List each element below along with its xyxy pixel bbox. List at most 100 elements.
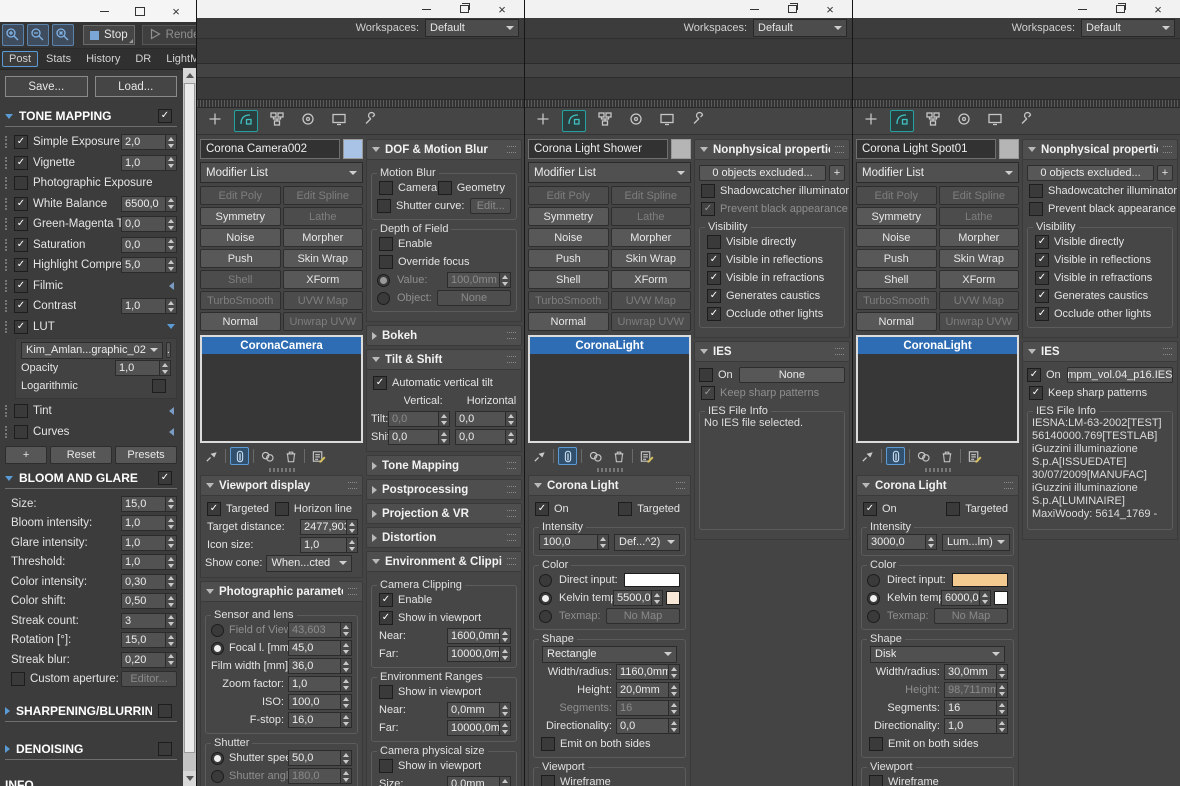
modifier-button-noise[interactable]: Noise (528, 228, 609, 247)
spinner-down-icon[interactable] (341, 720, 351, 727)
spinner-arrows[interactable] (499, 647, 510, 661)
checkbox-green-magenta-tint[interactable]: ✓ (14, 217, 28, 232)
spinner-1-0[interactable]: 1,0 (121, 154, 177, 171)
object-name-field[interactable]: Corona Camera002 (200, 139, 340, 159)
check-visible-in-reflections[interactable]: ✓ Visible in reflections (1035, 253, 1151, 267)
check-targeted[interactable]: Targeted (618, 502, 680, 516)
checkbox-curves[interactable] (14, 424, 28, 439)
drag-handle[interactable] (5, 320, 10, 333)
checkbox-show-in-viewport[interactable] (379, 759, 393, 773)
spinner-up-icon[interactable] (166, 299, 176, 306)
checkbox-filmic[interactable]: ✓ (14, 278, 28, 293)
check-targeted[interactable]: Targeted (946, 502, 1008, 516)
button-none[interactable]: None (738, 367, 845, 383)
spinner-up-icon[interactable] (166, 633, 176, 640)
tab-stats[interactable]: Stats (39, 51, 78, 67)
spinner-10000-0mm[interactable]: 10000,0mm (447, 646, 511, 662)
spinner-down-icon[interactable] (506, 419, 516, 426)
workspace-dropdown[interactable]: Default (1081, 19, 1175, 37)
spinner-arrows[interactable] (996, 683, 1007, 697)
pin-stack-button[interactable] (530, 447, 549, 465)
modifier-button-noise[interactable]: Noise (856, 228, 937, 247)
spinner-down-icon[interactable] (166, 306, 176, 313)
rollout-header-nonphysical-properties[interactable]: Nonphysical properties (1022, 139, 1178, 160)
modifier-button-push[interactable]: Push (528, 249, 609, 268)
spinner-0-0[interactable]: 0,0 (388, 429, 450, 445)
checkbox-saturation[interactable]: ✓ (14, 237, 28, 252)
rollout-header-distortion[interactable]: Distortion (366, 527, 522, 548)
rollout-header-photographic-parameters[interactable]: Photographic parameters (200, 581, 363, 602)
drag-handle[interactable] (5, 156, 10, 169)
modifier-list-dropdown[interactable]: Modifier List (528, 162, 691, 183)
button-no-map[interactable]: No Map (606, 608, 680, 624)
spinner-1-0[interactable]: 1,0 (121, 515, 177, 532)
spinner-up-icon[interactable] (669, 719, 679, 726)
check-enable[interactable]: Enable (379, 237, 432, 251)
close-button[interactable]: × (1152, 3, 1164, 16)
spinner-down-icon[interactable] (341, 702, 351, 709)
collapsed-arrow-icon[interactable] (169, 407, 174, 416)
make-unique-button[interactable] (914, 447, 933, 465)
modifier-button-xform[interactable]: XForm (610, 270, 691, 289)
spinner-6500-0[interactable]: 6500,0 (121, 195, 177, 212)
spinner-arrows[interactable] (165, 299, 176, 314)
button-no-map[interactable]: No Map (934, 608, 1008, 624)
spinner-arrows[interactable] (165, 555, 176, 570)
check-automatic-vertical-tilt[interactable]: ✓ Automatic vertical tilt (373, 376, 493, 390)
spinner-up-icon[interactable] (341, 623, 351, 630)
spinner-arrows[interactable] (499, 777, 510, 786)
color-swatch[interactable] (624, 573, 680, 587)
spinner-arrows[interactable] (165, 574, 176, 589)
spinner-down-icon[interactable] (997, 672, 1007, 679)
spinner-1-0[interactable]: 1,0 (115, 360, 171, 376)
spinner-30-0mm[interactable]: 30,0mm (944, 664, 1008, 680)
spinner-arrows[interactable] (438, 430, 449, 444)
radio-focal-l-mm[interactable] (211, 641, 224, 655)
spinner-0-30[interactable]: 0,30 (121, 573, 177, 590)
tab-post[interactable]: Post (2, 51, 39, 67)
radio-shutter-angle[interactable] (211, 769, 224, 783)
checkbox-geometry[interactable] (437, 181, 452, 195)
spinner-up-icon[interactable] (439, 412, 449, 419)
spinner-0-0[interactable]: 0,0 (121, 216, 177, 233)
spinner-up-icon[interactable] (652, 591, 662, 598)
checkbox-emit-on-both-sides[interactable] (541, 737, 555, 751)
spinner-down-icon[interactable] (500, 280, 510, 287)
drag-handle[interactable] (5, 259, 10, 272)
checkbox-targeted[interactable] (946, 502, 961, 516)
close-button[interactable]: × (824, 3, 836, 16)
spinner-down-icon[interactable] (500, 636, 510, 643)
spinner-up-icon[interactable] (926, 535, 936, 542)
rollout-header-ies[interactable]: IES (1022, 341, 1178, 362)
button-editor[interactable]: Editor... (121, 671, 177, 688)
collapsed-arrow-icon[interactable] (169, 281, 174, 290)
vfb-scrollbar[interactable] (183, 68, 196, 786)
checkbox-visible-in-reflections[interactable]: ✓ (1035, 253, 1049, 267)
radio-object[interactable] (377, 291, 390, 305)
spinner-15-0[interactable]: 15,0 (121, 632, 177, 649)
spinner-arrows[interactable] (165, 496, 176, 511)
button-reset[interactable]: Reset (50, 446, 113, 464)
drag-handle[interactable] (5, 197, 10, 210)
hierarchy-tab-button[interactable] (593, 110, 617, 132)
spinner-down-icon[interactable] (341, 684, 351, 691)
radio-texmap[interactable] (867, 609, 880, 623)
spinner-up-icon[interactable] (166, 575, 176, 582)
spinner-down-icon[interactable] (669, 690, 679, 697)
check-keep-sharp-patterns[interactable]: ✓ Keep sharp patterns (701, 386, 819, 400)
modify-tab-button[interactable] (890, 110, 914, 132)
restore-button[interactable] (786, 3, 798, 15)
checkbox-emit-on-both-sides[interactable] (869, 737, 883, 751)
rollout-header-viewport-display[interactable]: Viewport display (200, 475, 363, 496)
modifier-button-symmetry[interactable]: Symmetry (856, 207, 937, 226)
modifier-button-shell[interactable]: Shell (528, 270, 609, 289)
show-end-result-button[interactable] (886, 447, 905, 465)
spinner-down-icon[interactable] (341, 630, 351, 637)
section-header-tone-mapping[interactable]: TONE MAPPING ✓ (3, 109, 179, 123)
spinner-arrows[interactable] (159, 361, 170, 375)
spinner-up-icon[interactable] (500, 647, 510, 654)
spinner-arrows[interactable] (499, 721, 510, 735)
spinner-arrows[interactable] (505, 430, 516, 444)
spinner-3000-0[interactable]: 3000,0 (867, 534, 937, 550)
render-button[interactable]: Render (141, 25, 196, 45)
